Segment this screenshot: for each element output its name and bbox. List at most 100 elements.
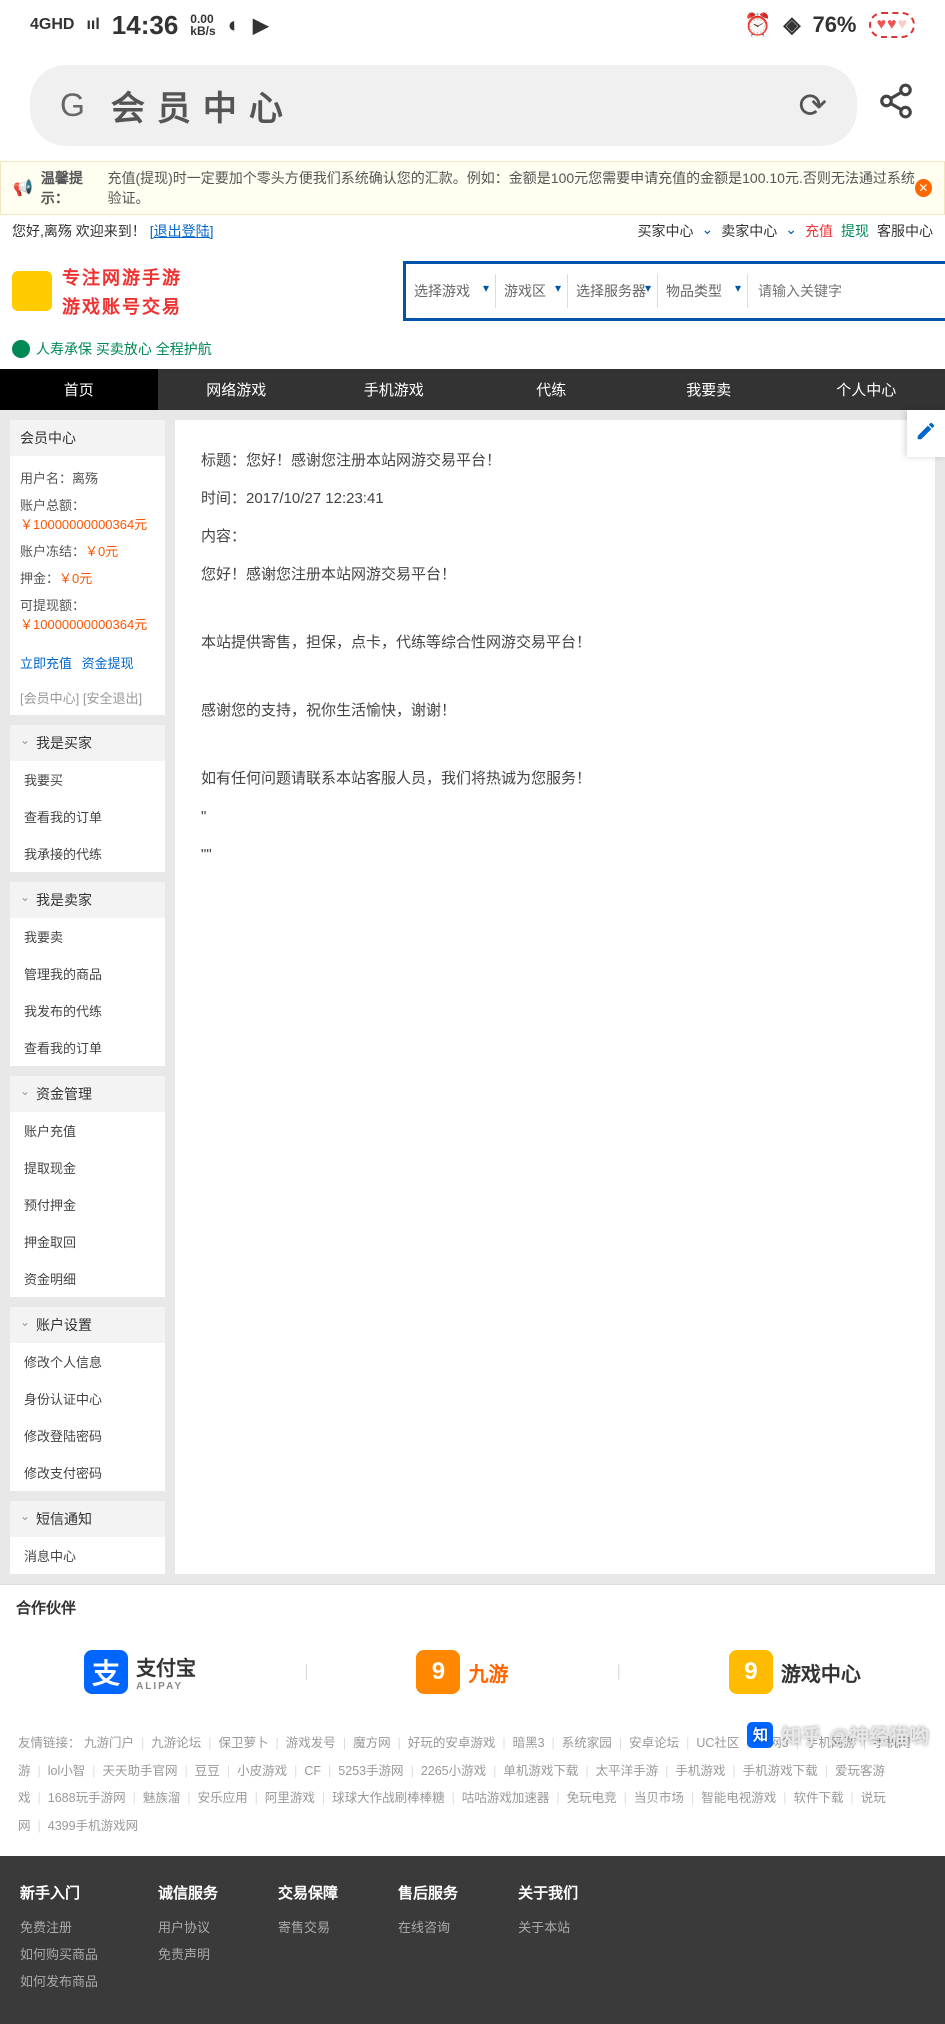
friend-link[interactable]: 1688玩手游网 — [48, 1791, 126, 1805]
fund-refund[interactable]: 押金取回 — [10, 1223, 165, 1260]
seller-item-sell[interactable]: 我要卖 — [10, 918, 165, 955]
partner-alipay[interactable]: 支 支付宝ALIPAY — [84, 1650, 196, 1694]
seller-item-goods[interactable]: 管理我的商品 — [10, 955, 165, 992]
buyer-title[interactable]: 我是买家 — [10, 725, 165, 761]
msg-title: 标题：您好！感谢您注册本站网游交易平台！ — [201, 446, 909, 476]
partner-9game[interactable]: 9 九游 — [416, 1650, 508, 1694]
buyer-item-orders[interactable]: 查看我的订单 — [10, 798, 165, 835]
9game-icon: 9 — [416, 1650, 460, 1694]
friend-link[interactable]: 小皮游戏 — [237, 1764, 287, 1778]
partner-gamecenter[interactable]: 9 游戏中心 — [729, 1650, 861, 1694]
link-withdraw[interactable]: 提现 — [841, 221, 869, 241]
fund-deposit[interactable]: 预付押金 — [10, 1186, 165, 1223]
friend-link[interactable]: 2265小游戏 — [421, 1764, 486, 1778]
friend-link[interactable]: 豆豆 — [195, 1764, 220, 1778]
foot-link[interactable]: 免责声明 — [158, 1944, 218, 1963]
link-seller[interactable]: 卖家中心 — [721, 221, 777, 241]
fund-title[interactable]: 资金管理 — [10, 1076, 165, 1112]
select-server[interactable]: 选择服务器 — [568, 274, 658, 308]
edit-fab[interactable] — [907, 410, 945, 457]
friend-link[interactable]: 暗黑3 — [513, 1736, 545, 1750]
link-safelogout[interactable]: [安全退出] — [83, 691, 142, 706]
link-recharge[interactable]: 充值 — [805, 221, 833, 241]
foot-link[interactable]: 关于本站 — [518, 1917, 578, 1936]
account-paypwd[interactable]: 修改支付密码 — [10, 1454, 165, 1491]
select-zone[interactable]: 游戏区 — [496, 274, 568, 308]
friend-link[interactable]: 安卓论坛 — [629, 1736, 679, 1750]
battery-hearts-icon: ♥♥♥ — [869, 12, 916, 38]
seller-item-orders[interactable]: 查看我的订单 — [10, 1029, 165, 1066]
friend-link[interactable]: 智能电视游戏 — [701, 1791, 776, 1805]
friend-link[interactable]: 咕咕游戏加速器 — [462, 1791, 550, 1805]
foot-link[interactable]: 免费注册 — [20, 1917, 98, 1936]
foot-link[interactable]: 用户协议 — [158, 1917, 218, 1936]
fund-detail[interactable]: 资金明细 — [10, 1260, 165, 1297]
friend-link[interactable]: 安乐应用 — [198, 1791, 248, 1805]
search-input[interactable] — [748, 276, 945, 306]
select-game[interactable]: 选择游戏 — [406, 274, 496, 308]
sidebar: 会员中心 用户名：离殇 账户总额：￥10000000000364元 账户冻结：￥… — [10, 420, 165, 1574]
nav-sell[interactable]: 我要卖 — [630, 369, 788, 410]
logout-link[interactable]: [退出登陆] — [150, 221, 214, 241]
action-recharge[interactable]: 立即充值 — [20, 656, 72, 671]
sms-center[interactable]: 消息中心 — [10, 1537, 165, 1574]
friend-link[interactable]: 当贝市场 — [634, 1791, 684, 1805]
friend-link[interactable]: 系统家园 — [562, 1736, 612, 1750]
fund-withdraw[interactable]: 提取现金 — [10, 1149, 165, 1186]
account-verify[interactable]: 身份认证中心 — [10, 1380, 165, 1417]
account-profile[interactable]: 修改个人信息 — [10, 1343, 165, 1380]
seller-item-boost[interactable]: 我发布的代练 — [10, 992, 165, 1029]
url-box[interactable]: G 会员中心 ⟳ — [30, 65, 857, 146]
friend-link[interactable]: CF — [304, 1764, 321, 1778]
friend-link[interactable]: 太平洋手游 — [596, 1764, 659, 1778]
link-center[interactable]: [会员中心] — [20, 691, 79, 706]
friend-link[interactable]: 保卫萝卜 — [219, 1736, 269, 1750]
share-icon[interactable] — [877, 82, 915, 129]
nav-boost[interactable]: 代练 — [473, 369, 631, 410]
row-user: 用户名：离殇 — [20, 464, 155, 491]
nav-profile[interactable]: 个人中心 — [788, 369, 945, 410]
close-icon[interactable]: ✕ — [915, 179, 932, 197]
friend-link[interactable]: 4399手机游戏网 — [48, 1819, 138, 1833]
friend-link[interactable]: 免玩电竞 — [567, 1791, 617, 1805]
friend-link[interactable]: 阿里游戏 — [265, 1791, 315, 1805]
friend-link[interactable]: 软件下载 — [793, 1791, 843, 1805]
nav-mobile[interactable]: 手机游戏 — [315, 369, 473, 410]
nav-home[interactable]: 首页 — [0, 369, 158, 410]
friend-link[interactable]: lol小智 — [48, 1764, 86, 1778]
friend-link[interactable]: 好玩的安卓游戏 — [408, 1736, 496, 1750]
friend-link[interactable]: 手机游戏下载 — [743, 1764, 818, 1778]
friend-link[interactable]: 手机游戏 — [675, 1764, 725, 1778]
friend-link[interactable]: 魔方网 — [353, 1736, 391, 1750]
foot-link[interactable]: 在线咨询 — [398, 1917, 458, 1936]
friend-link[interactable]: 天天助手官网 — [103, 1764, 178, 1778]
buyer-item-boost[interactable]: 我承接的代练 — [10, 835, 165, 872]
status-bar: 4GHD ııl 14:36 0.00 kB/s ◐ ▶ ⏰ ◈ 76% ♥♥♥ — [0, 0, 945, 50]
nav-pcgame[interactable]: 网络游戏 — [158, 369, 316, 410]
link-service[interactable]: 客服中心 — [877, 221, 933, 241]
link-buyer[interactable]: 买家中心 — [638, 221, 694, 241]
friend-link[interactable]: 5253手游网 — [338, 1764, 403, 1778]
friend-link[interactable]: 九游门户 — [84, 1736, 134, 1750]
friend-link[interactable]: 游戏发号 — [286, 1736, 336, 1750]
friend-link[interactable]: UC社区 — [696, 1736, 739, 1750]
buyer-item-buy[interactable]: 我要买 — [10, 761, 165, 798]
seller-title[interactable]: 我是卖家 — [10, 882, 165, 918]
fund-recharge[interactable]: 账户充值 — [10, 1112, 165, 1149]
account-title[interactable]: 账户设置 — [10, 1307, 165, 1343]
refresh-icon[interactable]: ⟳ — [799, 86, 828, 126]
foot-link[interactable]: 如何购买商品 — [20, 1944, 98, 1963]
greet-text: 您好,离殇 欢迎来到！ — [12, 221, 146, 241]
account-loginpwd[interactable]: 修改登陆密码 — [10, 1417, 165, 1454]
foot-link[interactable]: 如何发布商品 — [20, 1971, 98, 1990]
friend-link[interactable]: 九游论坛 — [151, 1736, 201, 1750]
msg-q2: "" — [201, 840, 909, 870]
friend-link[interactable]: 魅族溜 — [143, 1791, 181, 1805]
select-type[interactable]: 物品类型 — [658, 274, 748, 308]
notice-label: 温馨提示： — [41, 168, 108, 208]
friend-link[interactable]: 球球大作战刷棒棒糖 — [332, 1791, 445, 1805]
foot-link[interactable]: 寄售交易 — [278, 1917, 338, 1936]
friend-link[interactable]: 单机游戏下载 — [503, 1764, 578, 1778]
sms-title[interactable]: 短信通知 — [10, 1501, 165, 1537]
action-cash[interactable]: 资金提现 — [82, 656, 134, 671]
